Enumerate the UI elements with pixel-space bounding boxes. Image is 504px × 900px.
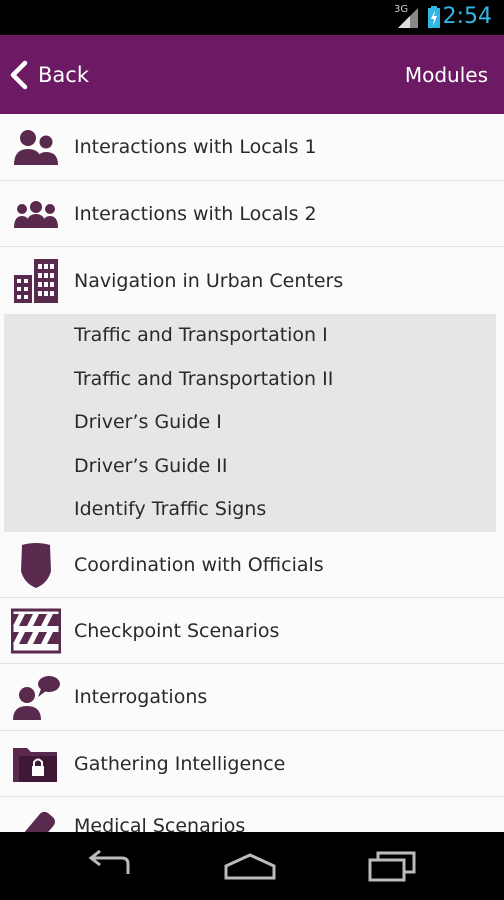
battery-charging-icon xyxy=(428,6,440,28)
action-bar: Back Modules xyxy=(0,35,504,114)
submodule-item[interactable]: Traffic and Transportation I xyxy=(74,324,328,346)
two-people-icon xyxy=(10,121,62,173)
module-label: Medical Scenarios xyxy=(74,815,246,832)
person-speech-icon xyxy=(10,671,62,723)
module-item-medical-scenarios[interactable]: Medical Scenarios xyxy=(0,797,504,832)
module-label: Checkpoint Scenarios xyxy=(74,619,280,642)
module-item-interactions-locals-2[interactable]: Interactions with Locals 2 xyxy=(0,181,504,247)
status-bar: 3G 2:54 xyxy=(0,0,504,35)
locked-folder-icon xyxy=(10,738,62,790)
module-label: Interrogations xyxy=(74,686,208,708)
shield-badge-icon xyxy=(10,539,62,591)
module-label: Gathering Intelligence xyxy=(74,752,286,775)
module-item-interactions-locals-1[interactable]: Interactions with Locals 1 xyxy=(0,114,504,181)
module-label: Interactions with Locals 1 xyxy=(74,136,317,158)
page-title: Modules xyxy=(404,63,488,87)
signal-icon xyxy=(398,8,418,28)
navigation-bar xyxy=(0,832,504,900)
module-item-interrogations[interactable]: Interrogations xyxy=(0,664,504,731)
module-label: Interactions with Locals 2 xyxy=(74,202,317,225)
submodule-item[interactable]: Driver’s Guide I xyxy=(74,411,222,433)
submodule-item[interactable]: Traffic and Transportation II xyxy=(74,368,333,390)
three-people-icon xyxy=(10,188,62,240)
submodule-group: Traffic and Transportation I Traffic and… xyxy=(4,314,496,532)
back-arrow-icon[interactable] xyxy=(78,850,138,882)
module-label: Coordination with Officials xyxy=(74,553,324,576)
clock: 2:54 xyxy=(442,4,492,29)
module-item-checkpoint-scenarios[interactable]: Checkpoint Scenarios xyxy=(0,598,504,664)
recent-apps-icon[interactable] xyxy=(364,850,424,882)
home-icon[interactable] xyxy=(220,850,280,882)
buildings-icon xyxy=(10,255,62,307)
submodule-item[interactable]: Identify Traffic Signs xyxy=(74,498,266,520)
back-label: Back xyxy=(38,63,89,87)
module-item-gathering-intelligence[interactable]: Gathering Intelligence xyxy=(0,731,504,797)
module-list[interactable]: Interactions with Locals 1 Interactions … xyxy=(0,114,504,832)
chevron-left-icon xyxy=(10,60,28,90)
barrier-icon xyxy=(10,605,62,657)
module-label: Navigation in Urban Centers xyxy=(74,269,344,292)
medical-icon xyxy=(10,799,62,832)
submodule-item[interactable]: Driver’s Guide II xyxy=(74,455,227,477)
module-item-navigation-urban[interactable]: Navigation in Urban Centers xyxy=(0,247,504,314)
module-item-coordination-officials[interactable]: Coordination with Officials xyxy=(0,532,504,598)
back-button[interactable]: Back xyxy=(8,55,98,95)
